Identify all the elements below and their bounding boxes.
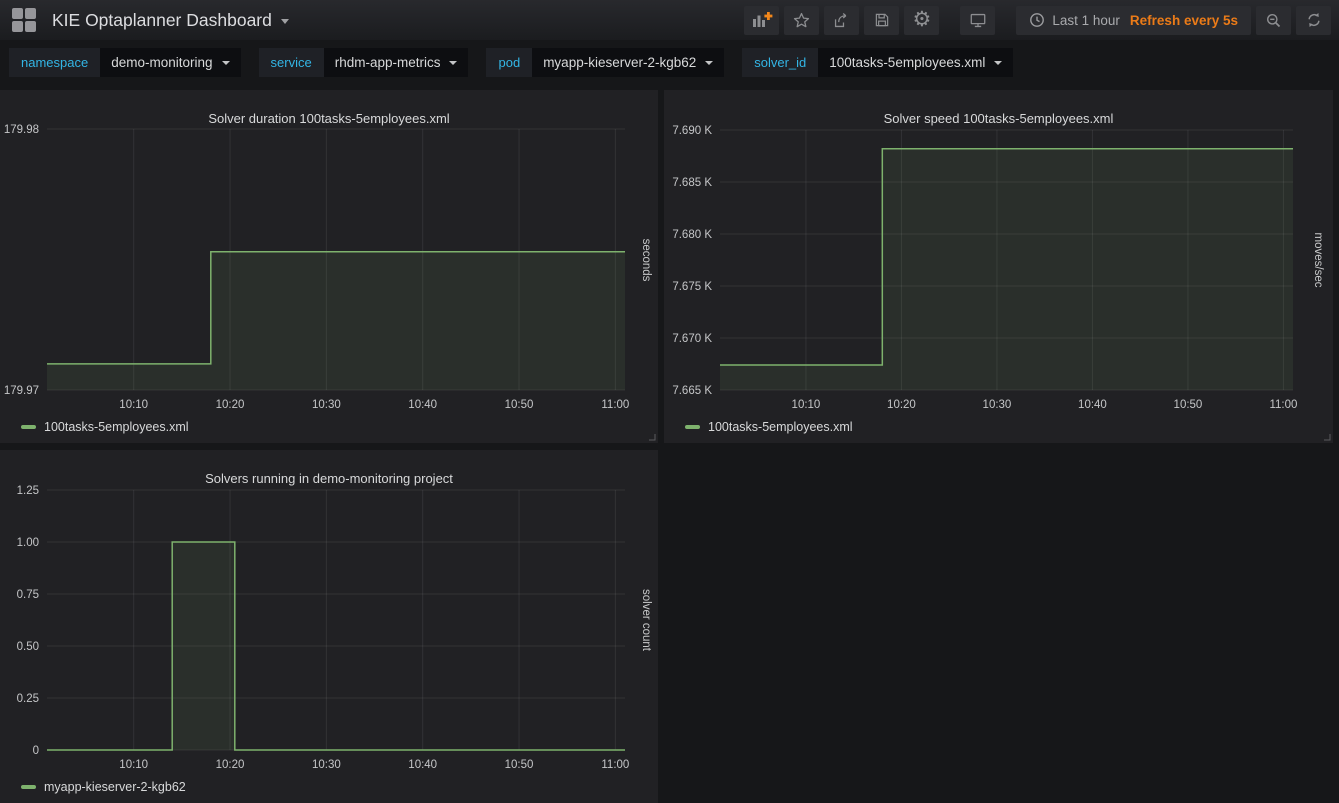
y-tick-label: 179.98 [4,124,39,136]
page-title: KIE Optaplanner Dashboard [52,10,272,31]
gear-icon: ⚙ [912,9,931,30]
x-tick-label: 10:50 [505,759,534,771]
x-tick-label: 10:30 [312,399,341,411]
save-dashboard-button[interactable] [864,6,899,35]
share-dashboard-button[interactable] [824,6,859,35]
variable-service-value: rhdm-app-metrics [335,55,441,70]
chevron-down-icon [994,61,1002,65]
variable-solver-id-select[interactable]: 100tasks-5employees.xml [818,48,1013,77]
zoom-out-time-button[interactable] [1256,6,1291,35]
panel-resize-handle[interactable] [648,433,656,441]
legend-color-dash-icon [21,785,36,789]
x-tick-label: 10:20 [216,759,245,771]
add-panel-button[interactable] [744,6,779,35]
solvers-running-chart[interactable]: 0 0.25 0.50 0.75 1.00 1.25 10:10 10:20 10:30 10:4… [0,450,658,803]
chevron-down-icon [449,61,457,65]
grafana-menu-icon[interactable] [12,8,36,32]
variable-pod-label: pod [486,48,532,77]
template-variables-row: namespace demo-monitoring service rhdm-a… [0,40,1031,84]
y-tick-label: 7.665 K [672,385,712,397]
x-tick-label: 10:40 [1078,399,1107,411]
variable-service: service rhdm-app-metrics [259,48,469,77]
y-tick-label: 179.97 [4,385,39,397]
bar-chart-plus-icon [751,11,773,29]
legend-item[interactable]: 100tasks-5employees.xml [21,420,189,434]
y-tick-label: 0.25 [17,693,39,705]
chevron-down-icon [281,19,289,24]
panel-resize-handle[interactable] [1323,433,1331,441]
save-icon [873,11,891,29]
cycle-view-mode-button[interactable] [960,6,995,35]
monitor-icon [968,11,988,30]
x-tick-label: 10:50 [505,399,534,411]
variable-solver-id: solver_id 100tasks-5employees.xml [742,48,1013,77]
settings-button[interactable]: ⚙ [904,6,939,35]
variable-pod-select[interactable]: myapp-kieserver-2-kgb62 [532,48,724,77]
panel-solvers-running: Solvers running in demo-monitoring proje… [0,450,658,803]
y-tick-label: 0 [33,745,39,757]
y-tick-label: 0.75 [17,589,39,601]
y-axis-right-label: solver count [640,589,652,651]
variable-service-select[interactable]: rhdm-app-metrics [324,48,469,77]
legend-item[interactable]: 100tasks-5employees.xml [685,420,853,434]
variable-pod: pod myapp-kieserver-2-kgb62 [486,48,724,77]
x-tick-label: 10:10 [119,399,148,411]
variable-service-label: service [259,48,324,77]
y-axis-right-label: seconds [640,239,652,282]
y-axis-right-label: moves/sec [1312,233,1324,288]
panel-solver-duration: Solver duration 100tasks-5employees.xml … [0,90,658,443]
x-tick-label: 10:10 [119,759,148,771]
y-tick-label: 7.690 K [672,125,712,137]
navbar: KIE Optaplanner Dashboard [0,0,1339,40]
x-tick-label: 10:30 [312,759,341,771]
star-icon [792,11,811,30]
variable-pod-value: myapp-kieserver-2-kgb62 [543,55,696,70]
x-tick-label: 10:20 [216,399,245,411]
variable-namespace-label: namespace [9,48,100,77]
solver-speed-chart[interactable]: 7.665 K 7.670 K 7.675 K 7.680 K 7.685 K 7.690… [664,90,1333,443]
variable-namespace: namespace demo-monitoring [9,48,241,77]
time-range-label: Last 1 hour [1052,13,1120,28]
x-tick-label: 11:00 [601,399,629,411]
solver-duration-chart[interactable]: 179.97 179.98 10:10 10:20 10:30 10:40 10:50 11:… [0,90,658,443]
y-tick-label: 7.670 K [672,333,712,345]
legend-series-label: 100tasks-5employees.xml [708,420,853,434]
x-tick-label: 11:00 [1269,399,1297,411]
refresh-interval-label: Refresh every 5s [1130,13,1238,28]
dashboard-title-dropdown[interactable]: KIE Optaplanner Dashboard [52,10,289,31]
y-tick-label: 1.00 [17,537,39,549]
y-tick-label: 7.685 K [672,177,712,189]
time-picker-button[interactable]: Last 1 hour Refresh every 5s [1016,6,1251,35]
legend-color-dash-icon [21,425,36,429]
x-tick-label: 10:40 [408,759,437,771]
cycle-arrows-icon [1305,11,1323,29]
variable-solver-id-label: solver_id [742,48,818,77]
legend-color-dash-icon [685,425,700,429]
x-tick-label: 10:10 [792,399,821,411]
x-tick-label: 10:40 [408,399,437,411]
chevron-down-icon [222,61,230,65]
legend-series-label: 100tasks-5employees.xml [44,420,189,434]
magnifier-minus-icon [1264,11,1283,30]
chevron-down-icon [705,61,713,65]
y-tick-label: 7.675 K [672,281,712,293]
star-dashboard-button[interactable] [784,6,819,35]
y-tick-label: 0.50 [17,641,39,653]
refresh-dashboard-button[interactable] [1296,6,1331,35]
y-tick-label: 7.680 K [672,229,712,241]
x-tick-label: 11:00 [601,759,629,771]
variable-solver-id-value: 100tasks-5employees.xml [829,55,985,70]
panel-solver-speed: Solver speed 100tasks-5employees.xml 7.6… [664,90,1333,443]
clock-icon [1029,12,1045,28]
x-tick-label: 10:20 [887,399,916,411]
variable-namespace-value: demo-monitoring [111,55,212,70]
variable-namespace-select[interactable]: demo-monitoring [100,48,240,77]
x-tick-label: 10:30 [983,399,1012,411]
x-tick-label: 10:50 [1174,399,1203,411]
share-icon [832,11,851,30]
y-tick-label: 1.25 [17,485,39,497]
